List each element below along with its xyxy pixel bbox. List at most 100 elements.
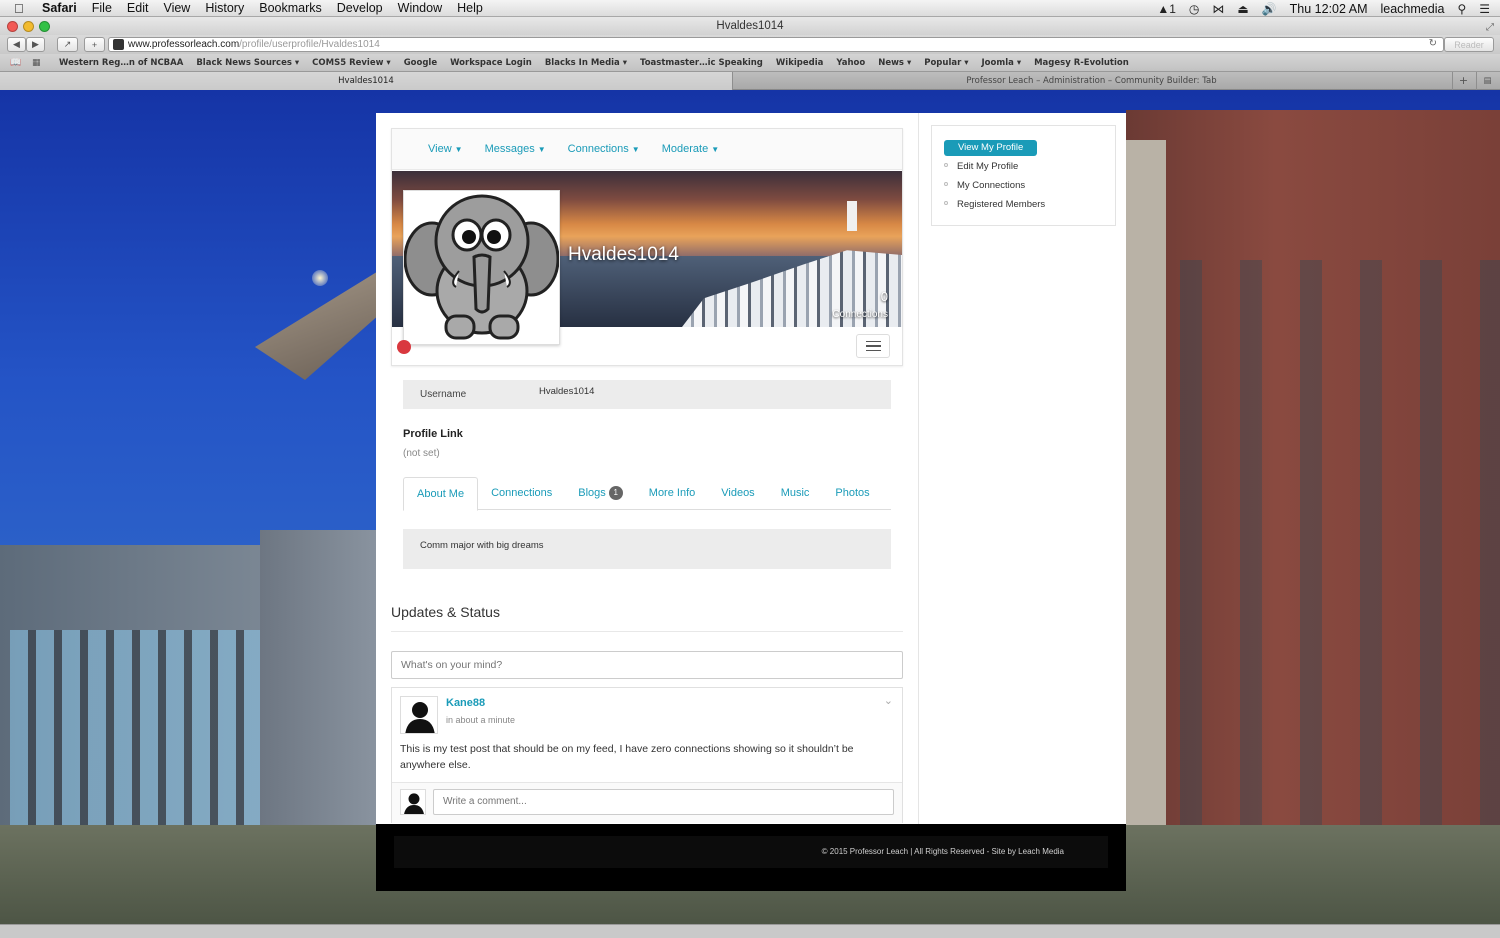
bluetooth-icon[interactable]: ⋈ [1212,2,1224,16]
bookmark-item[interactable]: Wikipedia [776,58,823,68]
menubar-user[interactable]: leachmedia [1381,2,1445,16]
eject-icon[interactable]: ⏏ [1237,2,1248,16]
tab-blogs[interactable]: Blogs 1 [565,477,636,509]
sidebar-item-my-connections[interactable]: My Connections [944,180,1025,191]
post-timestamp: in about a minute [446,715,516,725]
sidebar-item-registered-members[interactable]: Registered Members [944,199,1045,210]
bookmark-item[interactable]: Workspace Login [450,58,532,68]
nav-connections-label: Connections [567,143,629,155]
share-button[interactable]: ↗ [57,37,78,52]
bookmark-item[interactable]: Magesy R-Evolution [1034,58,1129,68]
address-bar[interactable]: www.professorleach.com/profile/userprofi… [108,37,1444,52]
notification-center-icon[interactable]: ☰ [1479,2,1490,16]
post-author-avatar[interactable] [400,696,438,734]
forward-button[interactable]: ▶ [26,37,45,52]
tab-blogs-label: Blogs [578,487,606,499]
bookmark-item[interactable]: COMS5 Review ▾ [312,58,391,68]
about-me-content: Comm major with big dreams [403,529,891,569]
tab-overview-icon[interactable]: ▤ [1476,72,1498,90]
browser-tab-inactive[interactable]: Professor Leach – Administration – Commu… [732,72,1450,90]
top-sites-grid-icon[interactable]: ▦ [32,58,46,68]
bookmark-item[interactable]: Western Reg…n of NCBAA [59,58,183,68]
minimize-window-button[interactable] [23,21,34,32]
nav-messages-dropdown[interactable]: Messages ▼ [485,143,546,155]
time-machine-icon[interactable]: ◷ [1189,2,1199,16]
bookmark-item[interactable]: Yahoo [836,58,865,68]
tab-about-me[interactable]: About Me [403,477,479,511]
hamburger-icon [865,340,881,343]
menu-edit[interactable]: Edit [127,1,149,15]
menu-bookmarks[interactable]: Bookmarks [259,1,322,15]
window-bottom-edge [0,924,1500,938]
volume-icon[interactable]: 🔊 [1262,2,1277,16]
add-tab-icon[interactable]: + [1452,72,1474,90]
browser-tab-active[interactable]: Hvaldes1014 [0,72,732,90]
nav-connections-dropdown[interactable]: Connections ▼ [568,143,640,155]
tab-more-info[interactable]: More Info [636,477,708,509]
bookmark-item[interactable]: Blacks In Media ▾ [545,58,627,68]
sidebar-item-label: Edit My Profile [957,161,1019,172]
bookmark-item[interactable]: Popular ▾ [924,58,968,68]
tab-connections[interactable]: Connections [478,477,565,509]
zoom-window-button[interactable] [39,21,50,32]
back-button[interactable]: ◀ [7,37,26,52]
adobe-icon[interactable]: ▲1 [1157,2,1176,16]
spotlight-search-icon[interactable]: ⚲ [1457,2,1466,16]
reload-icon[interactable]: ↻ [1429,38,1437,49]
bookmark-item[interactable]: Google [404,58,437,68]
updates-heading: Updates & Status [391,604,500,620]
post-body: This is my test post that should be on m… [400,743,854,771]
apple-icon[interactable]:  [14,1,34,16]
bookmarks-book-icon[interactable]: 📖 [10,58,24,68]
new-tab-button[interactable]: + [84,37,105,52]
username-row: Username Hvaldes1014 [403,380,891,409]
profile-menu-button[interactable] [856,334,890,358]
hamburger-icon-line [865,345,881,347]
profile-avatar[interactable] [403,190,560,345]
reader-button[interactable]: Reader [1444,37,1494,52]
nav-moderate-dropdown[interactable]: Moderate ▼ [662,143,719,155]
status-update-input[interactable] [391,651,903,679]
browser-toolbar: ◀ ▶ ↗ + www.professorleach.com/profile/u… [0,35,1500,54]
sidebar-item-edit-profile[interactable]: Edit My Profile [944,161,1018,172]
macos-menubar:  Safari File Edit View History Bookmark… [0,0,1500,17]
tab-videos[interactable]: Videos [708,477,767,509]
menu-file[interactable]: File [92,1,112,15]
connections-count-label[interactable]: Connections [832,309,888,320]
profile-display-name: Hvaldes1014 [568,244,679,265]
menu-app-safari[interactable]: Safari [42,1,77,15]
elephant-avatar-icon [403,194,560,340]
nav-moderate-label: Moderate [661,143,709,155]
comment-row [392,783,902,823]
url-path: /profile/userprofile/Hvaldes1014 [239,39,380,50]
comment-input[interactable] [433,789,894,815]
bookmark-item[interactable]: Black News Sources ▾ [196,58,299,68]
bookmark-item[interactable]: Joomla ▾ [982,58,1022,68]
background-building-right-windows [1180,260,1500,860]
footer-copyright: © 2015 Professor Leach | All Rights Rese… [821,847,1064,856]
bookmark-item[interactable]: News ▾ [878,58,911,68]
nav-view-dropdown[interactable]: View ▼ [428,143,463,155]
view-my-profile-button[interactable]: View My Profile [944,140,1038,156]
menubar-clock[interactable]: Thu 12:02 AM [1290,2,1368,16]
menu-history[interactable]: History [205,1,244,15]
connections-count[interactable]: 0 [881,289,888,304]
browser-tab-bar: Hvaldes1014 Professor Leach – Administra… [0,72,1500,90]
updates-divider [391,631,903,632]
chevron-down-icon[interactable]: ⌄ [884,694,893,707]
menu-help[interactable]: Help [457,1,483,15]
commenter-avatar [400,789,426,815]
tab-photos[interactable]: Photos [822,477,882,509]
user-silhouette-icon [405,702,435,733]
tab-music[interactable]: Music [768,477,823,509]
bookmarks-bar: 📖 ▦ Western Reg…n of NCBAA Black News So… [0,54,1500,72]
menu-develop[interactable]: Develop [337,1,383,15]
post-author-link[interactable]: Kane88 [446,697,485,709]
menu-window[interactable]: Window [398,1,442,15]
close-window-button[interactable] [7,21,18,32]
menu-view[interactable]: View [163,1,190,15]
sidebar-item-label: My Connections [957,180,1026,191]
sidebar-item-label: Registered Members [957,199,1046,210]
nav-view-label: View [428,143,452,155]
bookmark-item[interactable]: Toastmaster…ic Speaking [640,58,763,68]
